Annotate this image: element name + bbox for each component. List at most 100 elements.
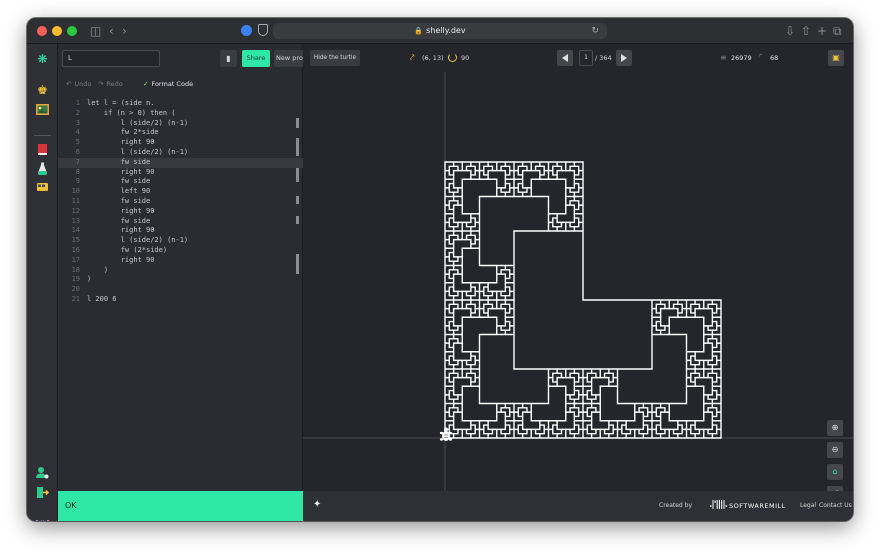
step-input[interactable]: 1 [579,50,593,66]
zoom-out-button[interactable]: ⊖ [827,442,843,458]
privacy-shield-icon[interactable] [258,24,268,36]
share-button[interactable]: Share [242,50,270,67]
twitter-icon[interactable]: ✦ [313,499,321,511]
line-number: 6 [75,148,80,156]
close-window-button[interactable] [37,26,47,36]
scroll-marker [296,168,299,182]
line-number: 1 [75,99,80,107]
softwaremill-logo[interactable]: .|'||||. [709,499,728,511]
line-number: 15 [71,236,80,245]
code-line[interactable]: 4 fw 2*side [58,128,303,138]
code-text: fw side [87,197,151,205]
code-line[interactable]: 10 left 90 [58,187,303,197]
line-number: 7 [75,157,80,166]
download-icon[interactable]: ⇩ [785,23,795,39]
canvas-toolbar: Hide the turtle ⤤ (6, 13) 90 1 / 364 ≡ 2… [303,44,853,72]
center-view-button[interactable]: ⌂ [827,464,843,480]
code-line[interactable]: 12 right 90 [58,207,303,217]
code-line[interactable]: 17 right 90 [58,256,303,266]
line-number: 14 [71,226,80,235]
undo-button[interactable]: ↶ Undo [66,78,91,90]
code-line[interactable]: 20 [58,285,303,295]
undo-label: Undo [74,80,92,88]
footer: ✦ Created by .|'||||. SOFTWAREMILL Legal… [303,491,853,521]
scroll-marker [296,118,299,128]
lock-icon: 🔒 [414,27,424,35]
minimize-window-button[interactable] [52,26,62,36]
user-settings-icon[interactable] [35,465,50,480]
previous-step-button[interactable] [557,50,573,66]
home-icon: ⌂ [832,467,838,476]
code-line[interactable]: 6 l (side/2) (n-1) [58,148,303,158]
uk-flag-icon[interactable] [35,517,50,521]
screenshot-button[interactable]: ▣ [828,50,844,66]
line-number: 2 [75,108,80,117]
browser-window: ◫ ‹ › 🔒 shelly.dev ↻ ⇩ ⇧ + ⧉ ❋ ♚ L ▮ Sha… [27,18,853,521]
book-icon[interactable] [35,142,50,157]
turtle-path-line [444,161,722,439]
code-text: fw side [87,157,151,166]
turtle-canvas-area: Hide the turtle ⤤ (6, 13) 90 1 / 364 ≡ 2… [303,44,853,491]
forward-icon[interactable]: › [122,23,127,39]
sidebar-divider [34,135,51,136]
line-number: 13 [71,216,80,225]
code-line[interactable]: 14 right 90 [58,226,303,236]
turtle-drawing[interactable] [303,72,853,491]
reload-icon[interactable]: ↻ [591,23,599,39]
code-line[interactable]: 18 ) [58,266,303,276]
legal-link[interactable]: Legal [800,501,816,511]
potion-icon[interactable] [35,161,50,176]
hide-turtle-button[interactable]: Hide the turtle [310,50,360,66]
line-number: 16 [71,246,80,254]
bus-icon[interactable] [35,180,50,195]
sidebar-toggle-icon[interactable]: ◫ [90,23,101,39]
line-number: 20 [71,285,80,294]
tab-overview-icon[interactable]: ⧉ [833,23,842,39]
code-text: l (side/2) (n-1) [87,148,189,156]
code-area[interactable]: 1 let l = (side n. 2 if (n > 0) then (3 l … [58,99,303,329]
code-line[interactable]: 1 let l = (side n. [58,99,303,109]
turtle-position: (6, 13) [422,54,444,62]
program-name-input[interactable]: L [62,50,160,67]
zoom-in-button[interactable]: ⊕ [827,420,843,436]
step-total: / 364 [595,54,612,62]
redo-button[interactable]: ↷ Redo [98,78,123,90]
address-bar[interactable]: 🔒 shelly.dev ↻ [273,23,607,39]
next-step-button[interactable] [616,50,632,66]
code-text: fw side [87,216,151,225]
code-line[interactable]: 15 l (side/2) (n-1) [58,236,303,246]
code-line[interactable]: 2 if (n > 0) then ( [58,109,303,119]
code-text: fw (2*side) [87,246,168,254]
trophy-icon[interactable]: ♚ [35,83,50,98]
code-line[interactable]: 21 l 200 6 [58,295,303,305]
code-line[interactable]: 8 right 90 [58,168,303,178]
format-code-button[interactable]: ✓ Format Code [143,78,193,90]
line-number: 5 [75,138,80,147]
code-line[interactable]: 13 fw side [58,217,303,227]
softwaremill-name[interactable]: SOFTWAREMILL [729,501,786,511]
code-line[interactable]: 11 fw side [58,197,303,207]
save-icon: ▮ [226,54,231,63]
line-number: 17 [71,255,80,264]
code-line[interactable]: 19) [58,275,303,285]
scroll-marker [296,216,299,224]
code-line[interactable]: 5 right 90 [58,138,303,148]
exit-icon[interactable] [35,485,50,500]
turtle-angle: 90 [461,54,470,62]
share-page-icon[interactable]: ⇧ [801,23,811,39]
contact-link[interactable]: Contact Us [819,501,852,511]
code-line[interactable]: 9 fw side [58,177,303,187]
back-icon[interactable]: ‹ [109,23,114,39]
code-line[interactable]: 16 fw (2*side) [58,246,303,256]
gallery-icon[interactable] [35,102,50,117]
turtle-logo-icon[interactable]: ❋ [35,52,50,67]
maximize-window-button[interactable] [67,26,77,36]
code-line[interactable]: 3 l (side/2) (n-1) [58,119,303,129]
new-tab-icon[interactable]: + [817,23,827,39]
created-by-label: Created by [659,502,693,509]
zoom-in-icon: ⊕ [831,423,839,432]
extension-icon[interactable] [241,25,252,36]
scroll-marker [296,254,299,274]
code-line[interactable]: 7 fw side [58,157,303,168]
save-button[interactable]: ▮ [220,50,237,67]
